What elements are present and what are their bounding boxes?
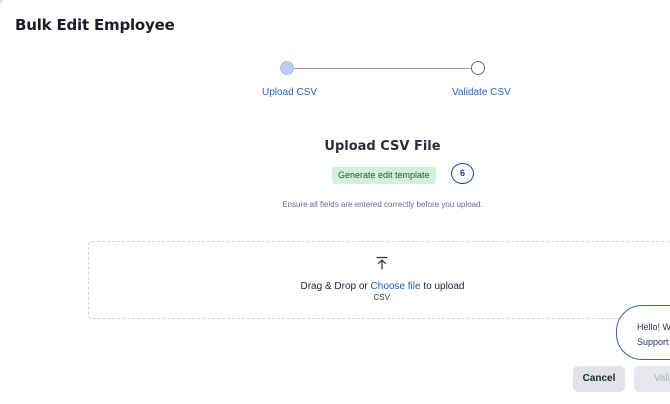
chat-line-1: Hello! W bbox=[637, 322, 670, 332]
upload-arrow-icon bbox=[376, 256, 388, 270]
validate-button[interactable]: Vali bbox=[634, 366, 670, 392]
step-upload-label[interactable]: Upload CSV bbox=[262, 87, 317, 98]
file-dropzone[interactable] bbox=[88, 241, 670, 319]
dropzone-instructions: Drag & Drop or Choose file to upload bbox=[0, 281, 670, 292]
upload-hint: Ensure all fields are entered correctly … bbox=[282, 200, 483, 209]
count-badge: 6 bbox=[451, 163, 474, 184]
step-validate-label[interactable]: Validate CSV bbox=[452, 87, 511, 98]
cancel-button[interactable]: Cancel bbox=[573, 366, 625, 392]
choose-file-link[interactable]: Choose file bbox=[371, 281, 421, 292]
upload-section-title: Upload CSV File bbox=[324, 139, 441, 154]
accepted-format: CSV. bbox=[373, 293, 392, 302]
support-chat-bubble[interactable]: Hello! W Support bbox=[616, 305, 670, 360]
stepper-connector bbox=[293, 68, 473, 69]
step-validate-dot[interactable] bbox=[471, 61, 485, 75]
generate-template-button[interactable]: Generate edit template bbox=[332, 167, 436, 184]
dropzone-prefix: Drag & Drop or bbox=[300, 281, 371, 292]
step-upload-dot[interactable] bbox=[280, 61, 294, 75]
stepper: Upload CSV Validate CSV bbox=[0, 0, 670, 110]
chat-line-2: Support bbox=[637, 337, 669, 347]
bulk-edit-dialog: Bulk Edit Employee Upload CSV Validate C… bbox=[0, 0, 670, 404]
dropzone-suffix: to upload bbox=[420, 281, 465, 292]
